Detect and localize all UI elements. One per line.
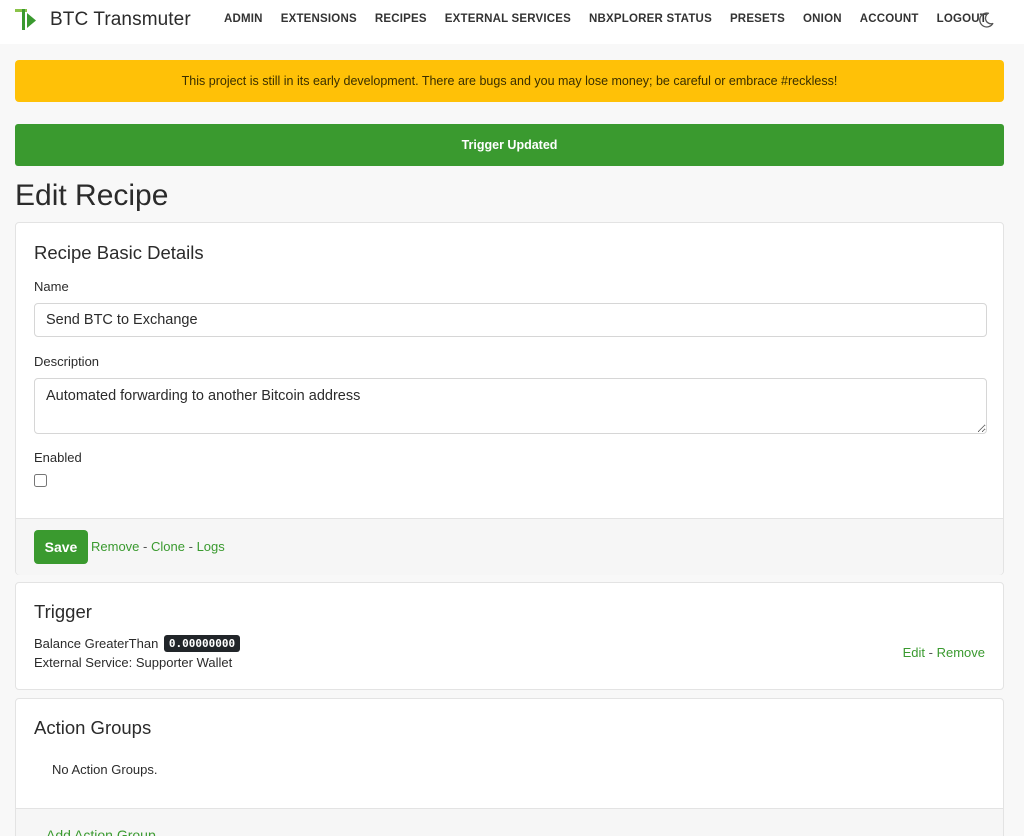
nav-external-services[interactable]: EXTERNAL SERVICES [445,13,571,25]
separator: - [143,539,148,554]
remove-trigger-link[interactable]: Remove [937,645,985,660]
action-groups-footer: Add Action Group [16,808,1003,836]
trigger-service: External Service: Supporter Wallet [34,655,233,670]
nav-recipes[interactable]: RECIPES [375,13,427,25]
navbar: BTC Transmuter ADMIN EXTENSIONS RECIPES … [0,0,1024,44]
footer-links: Remove - Clone - Logs [91,539,225,554]
nav-nbxplorer-status[interactable]: NBXPLORER STATUS [589,13,712,25]
trigger-amount-badge: 0.00000000 [163,635,241,652]
recipe-basic-details-card: Recipe Basic Details Name Description Au… [15,222,1004,575]
name-input[interactable] [34,303,987,337]
empty-action-groups: No Action Groups. [52,762,158,777]
moon-icon[interactable] [977,11,995,29]
add-action-group-link[interactable]: Add Action Group [46,827,156,836]
edit-trigger-link[interactable]: Edit [903,645,925,660]
nav-account[interactable]: ACCOUNT [860,13,919,25]
transmuter-logo-icon [15,8,39,32]
trigger-actions: Edit - Remove [903,645,985,660]
page-title: Edit Recipe [15,179,169,212]
success-alert: Trigger Updated [15,124,1004,166]
card-footer: Save Remove - Clone - Logs [16,518,1003,575]
nav-onion[interactable]: ONION [803,13,842,25]
description-textarea[interactable]: Automated forwarding to another Bitcoin … [34,378,987,434]
warning-alert: This project is still in its early devel… [15,60,1004,102]
remove-recipe-link[interactable]: Remove [91,539,139,554]
trigger-title: Trigger [34,601,92,622]
nav-presets[interactable]: PRESETS [730,13,785,25]
save-button[interactable]: Save [34,530,88,564]
nav-extensions[interactable]: EXTENSIONS [281,13,357,25]
action-groups-title: Action Groups [34,717,152,738]
trigger-condition-text: Balance GreaterThan [34,636,159,651]
brand[interactable]: BTC Transmuter [15,8,191,32]
clone-recipe-link[interactable]: Clone [151,539,185,554]
card-title: Recipe Basic Details [34,242,204,263]
main-nav: ADMIN EXTENSIONS RECIPES EXTERNAL SERVIC… [224,13,1005,25]
trigger-card: Trigger Balance GreaterThan 0.00000000 E… [15,582,1004,690]
name-label: Name [34,279,69,294]
enabled-checkbox[interactable] [34,474,47,487]
logs-link[interactable]: Logs [197,539,225,554]
trigger-condition: Balance GreaterThan 0.00000000 [34,635,241,652]
separator: - [188,539,193,554]
app-name: BTC Transmuter [50,9,191,30]
nav-admin[interactable]: ADMIN [224,13,263,25]
action-groups-card: Action Groups No Action Groups. Add Acti… [15,698,1004,836]
separator: - [928,645,933,660]
enabled-label: Enabled [34,450,82,465]
description-label: Description [34,354,100,369]
